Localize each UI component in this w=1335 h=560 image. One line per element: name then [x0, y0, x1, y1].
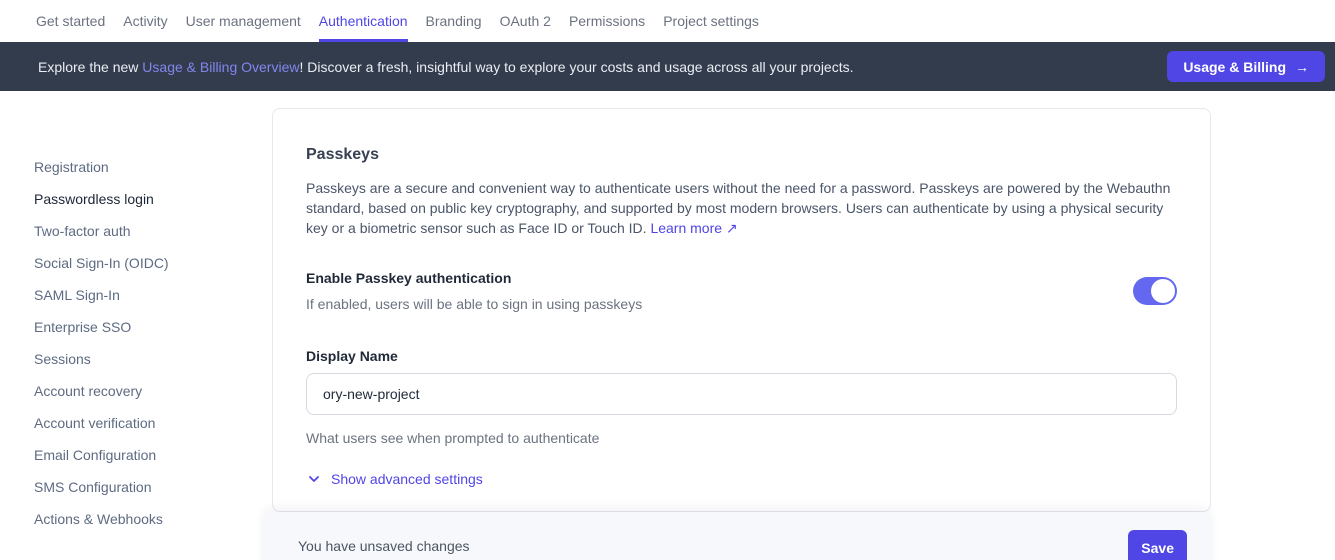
unsaved-changes-bar: You have unsaved changes Save	[263, 512, 1211, 560]
sidebar-item-actions-webhooks[interactable]: Actions & Webhooks	[34, 503, 244, 535]
tab-user-management[interactable]: User management	[186, 0, 301, 42]
top-navigation: Get started Activity User management Aut…	[0, 0, 1335, 42]
toggle-knob	[1151, 279, 1175, 303]
enable-passkey-text: Enable Passkey authentication If enabled…	[306, 268, 642, 314]
usage-billing-overview-link[interactable]: Usage & Billing Overview	[142, 59, 299, 75]
description-line: standard, based on public key cryptograp…	[306, 198, 1177, 218]
show-advanced-settings-link[interactable]: Show advanced settings	[306, 471, 1177, 487]
sidebar-item-registration[interactable]: Registration	[34, 151, 244, 183]
settings-sidebar: Registration Passwordless login Two-fact…	[34, 151, 244, 535]
external-link-arrow-icon: ↗	[726, 220, 738, 236]
unsaved-changes-status: You have unsaved changes	[298, 536, 470, 556]
sidebar-item-account-verification[interactable]: Account verification	[34, 407, 244, 439]
sidebar-item-sms-configuration[interactable]: SMS Configuration	[34, 471, 244, 503]
page-title: Passkeys	[306, 145, 1177, 165]
show-advanced-settings-label: Show advanced settings	[331, 471, 483, 487]
banner-message: Explore the new Usage & Billing Overview…	[38, 59, 854, 75]
learn-more-link[interactable]: Learn more ↗	[650, 220, 737, 236]
sidebar-item-social-sign-in-oidc[interactable]: Social Sign-In (OIDC)	[34, 247, 244, 279]
enable-passkey-row: Enable Passkey authentication If enabled…	[306, 268, 1177, 314]
banner-text-suffix: ! Discover a fresh, insightful way to ex…	[299, 59, 853, 75]
save-button[interactable]: Save	[1128, 530, 1187, 560]
sidebar-item-enterprise-sso[interactable]: Enterprise SSO	[34, 311, 244, 343]
tab-branding[interactable]: Branding	[426, 0, 482, 42]
sidebar-item-saml-sign-in[interactable]: SAML Sign-In	[34, 279, 244, 311]
description-line: Passkeys are a secure and convenient way…	[306, 178, 1177, 198]
usage-billing-button[interactable]: Usage & Billing →	[1167, 51, 1325, 82]
sidebar-item-two-factor-auth[interactable]: Two-factor auth	[34, 215, 244, 247]
display-name-label: Display Name	[306, 346, 1177, 366]
enable-passkey-label: Enable Passkey authentication	[306, 268, 642, 288]
passkeys-description: Passkeys are a secure and convenient way…	[306, 178, 1177, 238]
tab-project-settings[interactable]: Project settings	[663, 0, 759, 42]
usage-billing-banner: Explore the new Usage & Billing Overview…	[0, 42, 1335, 91]
sidebar-item-account-recovery[interactable]: Account recovery	[34, 375, 244, 407]
learn-more-label: Learn more	[650, 220, 722, 236]
display-name-helper: What users see when prompted to authenti…	[306, 428, 1177, 448]
tab-oauth2[interactable]: OAuth 2	[500, 0, 551, 42]
description-line: key or a biometric sensor such as Face I…	[306, 220, 647, 236]
enable-passkey-description: If enabled, users will be able to sign i…	[306, 294, 642, 314]
banner-text-prefix: Explore the new	[38, 59, 142, 75]
display-name-input[interactable]	[306, 373, 1177, 415]
tab-authentication[interactable]: Authentication	[319, 0, 408, 42]
usage-billing-button-label: Usage & Billing	[1183, 59, 1286, 75]
passkey-toggle[interactable]	[1133, 277, 1177, 305]
tab-activity[interactable]: Activity	[123, 0, 167, 42]
sidebar-item-sessions[interactable]: Sessions	[34, 343, 244, 375]
tab-permissions[interactable]: Permissions	[569, 0, 645, 42]
chevron-down-icon	[306, 471, 322, 487]
arrow-right-icon: →	[1295, 59, 1309, 75]
passkeys-settings-card: Passkeys Passkeys are a secure and conve…	[272, 108, 1211, 512]
sidebar-item-email-configuration[interactable]: Email Configuration	[34, 439, 244, 471]
sidebar-item-passwordless-login[interactable]: Passwordless login	[34, 183, 244, 215]
tab-get-started[interactable]: Get started	[36, 0, 105, 42]
